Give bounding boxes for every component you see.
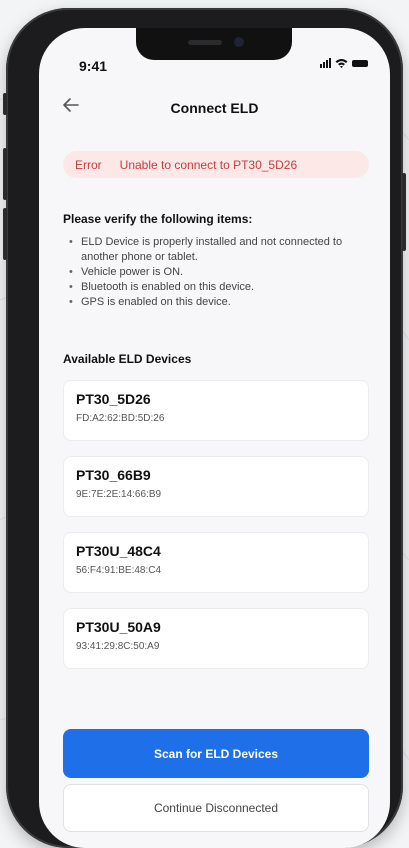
wifi-icon <box>335 59 348 68</box>
page-title: Connect ELD <box>170 100 259 116</box>
mute-switch <box>3 93 7 115</box>
verify-title: Please verify the following items: <box>63 212 253 226</box>
header: Connect ELD <box>39 94 390 124</box>
phone-frame: 9:41 Connect ELD Error Unable to connect… <box>3 8 406 848</box>
device-card[interactable]: PT30_66B9 9E:7E:2E:14:66:B9 <box>63 456 369 517</box>
device-mac: FD:A2:62:BD:5D:26 <box>76 413 165 424</box>
device-name: PT30U_48C4 <box>76 543 161 559</box>
continue-disconnected-button[interactable]: Continue Disconnected <box>63 784 369 832</box>
battery-icon <box>352 59 368 67</box>
volume-down-button <box>3 208 7 260</box>
checklist-item: GPS is enabled on this device. <box>69 295 369 310</box>
device-card[interactable]: PT30U_50A9 93:41:29:8C:50:A9 <box>63 608 369 669</box>
camera <box>234 37 244 47</box>
device-mac: 56:F4:91:BE:48:C4 <box>76 565 162 576</box>
device-card[interactable]: PT30U_48C4 56:F4:91:BE:48:C4 <box>63 532 369 593</box>
checklist-item: Vehicle power is ON. <box>69 265 369 280</box>
app-screen: 9:41 Connect ELD Error Unable to connect… <box>39 28 390 848</box>
volume-up-button <box>3 148 7 200</box>
device-name: PT30_66B9 <box>76 467 151 483</box>
signal-icon <box>320 58 331 68</box>
verify-checklist: ELD Device is properly installed and not… <box>69 235 369 310</box>
status-time: 9:41 <box>79 58 108 74</box>
checklist-item: ELD Device is properly installed and not… <box>69 235 369 265</box>
checklist-item: Bluetooth is enabled on this device. <box>69 280 369 295</box>
error-banner: Error Unable to connect to PT30_5D26 <box>63 151 369 178</box>
error-tag: Error <box>75 157 102 172</box>
device-list: PT30_5D26 FD:A2:62:BD:5D:26 PT30_66B9 9E… <box>63 380 369 684</box>
device-mac: 9E:7E:2E:14:66:B9 <box>76 489 162 500</box>
available-devices-title: Available ELD Devices <box>63 352 192 366</box>
device-name: PT30U_50A9 <box>76 619 161 635</box>
device-name: PT30_5D26 <box>76 391 151 407</box>
scan-for-devices-button[interactable]: Scan for ELD Devices <box>63 729 369 778</box>
power-button <box>402 173 406 251</box>
speaker <box>188 40 222 45</box>
status-icons <box>320 58 368 68</box>
device-card[interactable]: PT30_5D26 FD:A2:62:BD:5D:26 <box>63 380 369 441</box>
notch <box>136 28 292 60</box>
error-message: Unable to connect to PT30_5D26 <box>119 157 298 172</box>
device-mac: 93:41:29:8C:50:A9 <box>76 641 160 652</box>
